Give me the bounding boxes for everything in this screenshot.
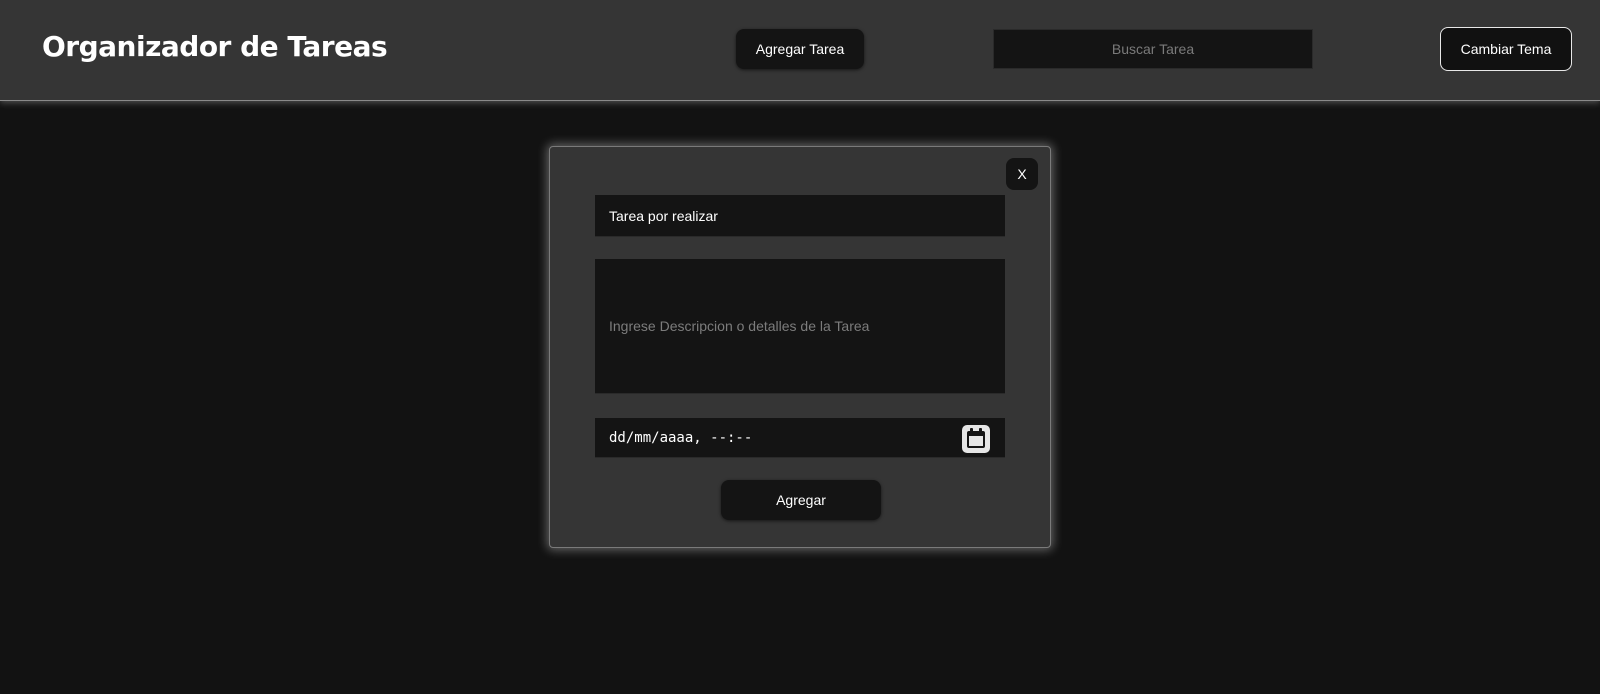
submit-task-button[interactable]: Agregar xyxy=(721,480,881,520)
close-modal-button[interactable]: X xyxy=(1006,158,1038,190)
task-name-input[interactable] xyxy=(595,195,1005,237)
calendar-icon[interactable] xyxy=(962,425,990,453)
task-datetime-input[interactable]: dd/mm/aaaa, --:-- xyxy=(595,418,1005,458)
add-task-button[interactable]: Agregar Tarea xyxy=(736,29,864,69)
app-header: Organizador de Tareas Agregar Tarea Camb… xyxy=(0,0,1600,101)
app-title: Organizador de Tareas xyxy=(42,30,388,63)
add-task-modal: X dd/mm/aaaa, --:-- Agregar xyxy=(549,146,1051,548)
search-task-input[interactable] xyxy=(993,29,1313,69)
change-theme-button[interactable]: Cambiar Tema xyxy=(1440,27,1572,71)
task-description-textarea[interactable] xyxy=(595,259,1005,394)
datetime-placeholder: dd/mm/aaaa, --:-- xyxy=(609,430,753,446)
